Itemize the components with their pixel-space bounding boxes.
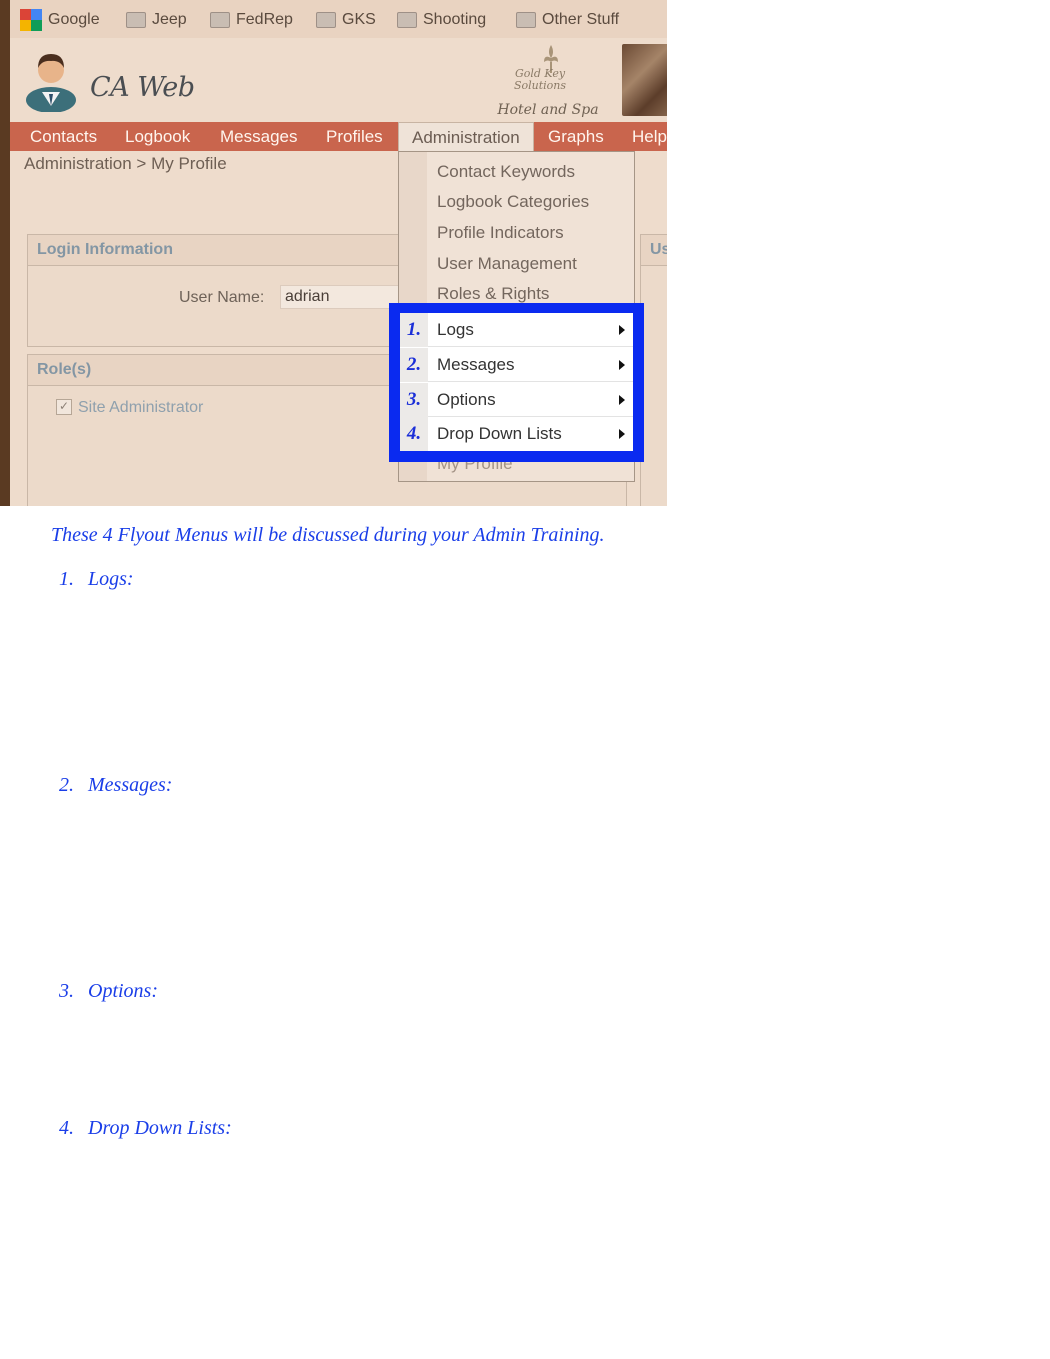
submenu-arrow-icon (619, 395, 625, 405)
hotel-logo: Gold Key Solutions Hotel and Spa (480, 44, 620, 118)
section-number: 1. (59, 568, 74, 590)
folder-icon (210, 12, 230, 28)
flyout-label: Drop Down Lists (437, 424, 562, 443)
bookmark-gks[interactable]: GKS (316, 9, 376, 31)
menu-item-roles-rights[interactable]: Roles & Rights (437, 284, 549, 304)
section-heading-logs: Logs: (88, 568, 134, 590)
flyout-options[interactable]: 3. Options (400, 383, 633, 417)
section-heading-options: Options: (88, 980, 158, 1002)
folder-icon (516, 12, 536, 28)
bookmark-fedrep[interactable]: FedRep (210, 9, 293, 31)
bookmarks-bar: Google Jeep FedRep GKS Shooting Other St… (10, 0, 667, 39)
nav-administration[interactable]: Administration (398, 122, 534, 151)
bookmark-label: Other Stuff (542, 11, 620, 28)
folder-icon (397, 12, 417, 28)
bookmark-shooting[interactable]: Shooting (397, 9, 486, 31)
user-panel-partial: Us (640, 234, 667, 506)
bookmark-label: FedRep (236, 11, 293, 28)
bookmark-google[interactable]: Google (20, 9, 100, 31)
section-heading-drop-down-lists: Drop Down Lists: (88, 1117, 232, 1139)
flyout-number: 2. (400, 348, 428, 382)
flyout-number: 4. (400, 417, 428, 451)
flyout-label: Messages (437, 355, 515, 374)
nav-help[interactable]: Help (632, 122, 667, 151)
submenu-arrow-icon (619, 360, 625, 370)
role-label: Site Administrator (78, 399, 204, 416)
section-number: 2. (59, 774, 74, 796)
app-header: CA Web Gold Key Solutions Hotel and Spa (10, 38, 667, 122)
menu-item-profile-indicators[interactable]: Profile Indicators (437, 223, 564, 243)
nav-contacts[interactable]: Contacts (30, 122, 97, 151)
panel-title: Role(s) (37, 361, 92, 378)
divider (428, 381, 633, 382)
menu-item-user-management[interactable]: User Management (437, 254, 577, 274)
intro-text: These 4 Flyout Menus will be discussed d… (51, 524, 605, 546)
divider (428, 346, 633, 347)
flyout-drop-down-lists[interactable]: 4. Drop Down Lists (400, 417, 633, 451)
window-edge (0, 0, 10, 506)
menu-item-contact-keywords[interactable]: Contact Keywords (437, 162, 575, 182)
panel-title: Login Information (37, 241, 173, 258)
login-info-panel: Login Information User Name: (27, 234, 420, 347)
nav-logbook[interactable]: Logbook (125, 122, 190, 151)
logo-text-hotel: Hotel and Spa (497, 102, 599, 118)
hotel-photo (622, 44, 667, 116)
username-label: User Name: (179, 289, 265, 306)
flyout-number: 1. (400, 313, 428, 347)
panel-header: Us (641, 235, 667, 266)
flyout-number: 3. (400, 383, 428, 417)
bookmark-jeep[interactable]: Jeep (126, 9, 187, 31)
nav-graphs[interactable]: Graphs (548, 122, 604, 151)
user-avatar-icon (26, 54, 76, 112)
bookmark-label: Google (48, 11, 100, 28)
section-heading-messages: Messages: (88, 774, 173, 796)
submenu-arrow-icon (619, 429, 625, 439)
bookmark-label: Jeep (152, 11, 187, 28)
logo-text-gold-key: Gold Key Solutions (513, 67, 567, 92)
menu-item-logbook-categories[interactable]: Logbook Categories (437, 192, 589, 212)
flyout-menu-group: 1. Logs 2. Messages 3. Options 4. Drop D… (400, 313, 633, 451)
submenu-arrow-icon (619, 325, 625, 335)
nav-messages[interactable]: Messages (220, 122, 297, 151)
google-icon (20, 9, 42, 31)
app-title: CA Web (90, 72, 195, 103)
folder-icon (316, 12, 336, 28)
bookmark-label: Shooting (423, 11, 487, 28)
folder-icon (126, 12, 146, 28)
breadcrumb: Administration > My Profile (24, 154, 227, 173)
panel-title: Us (650, 241, 667, 258)
bookmark-label: GKS (342, 11, 376, 28)
role-checkbox[interactable]: ✓ (56, 399, 72, 415)
flyout-messages[interactable]: 2. Messages (400, 348, 633, 382)
nav-profiles[interactable]: Profiles (326, 122, 383, 151)
flyout-label: Options (437, 390, 496, 409)
screenshot-panel: Google Jeep FedRep GKS Shooting Other St… (0, 0, 667, 506)
flyout-label: Logs (437, 320, 474, 339)
flyout-logs[interactable]: 1. Logs (400, 313, 633, 347)
main-nav: Contacts Logbook Messages Profiles Admin… (10, 122, 667, 151)
section-number: 3. (59, 980, 74, 1002)
panel-header: Login Information (28, 235, 406, 266)
bookmark-other-stuff[interactable]: Other Stuff (516, 9, 619, 31)
section-number: 4. (59, 1117, 74, 1139)
